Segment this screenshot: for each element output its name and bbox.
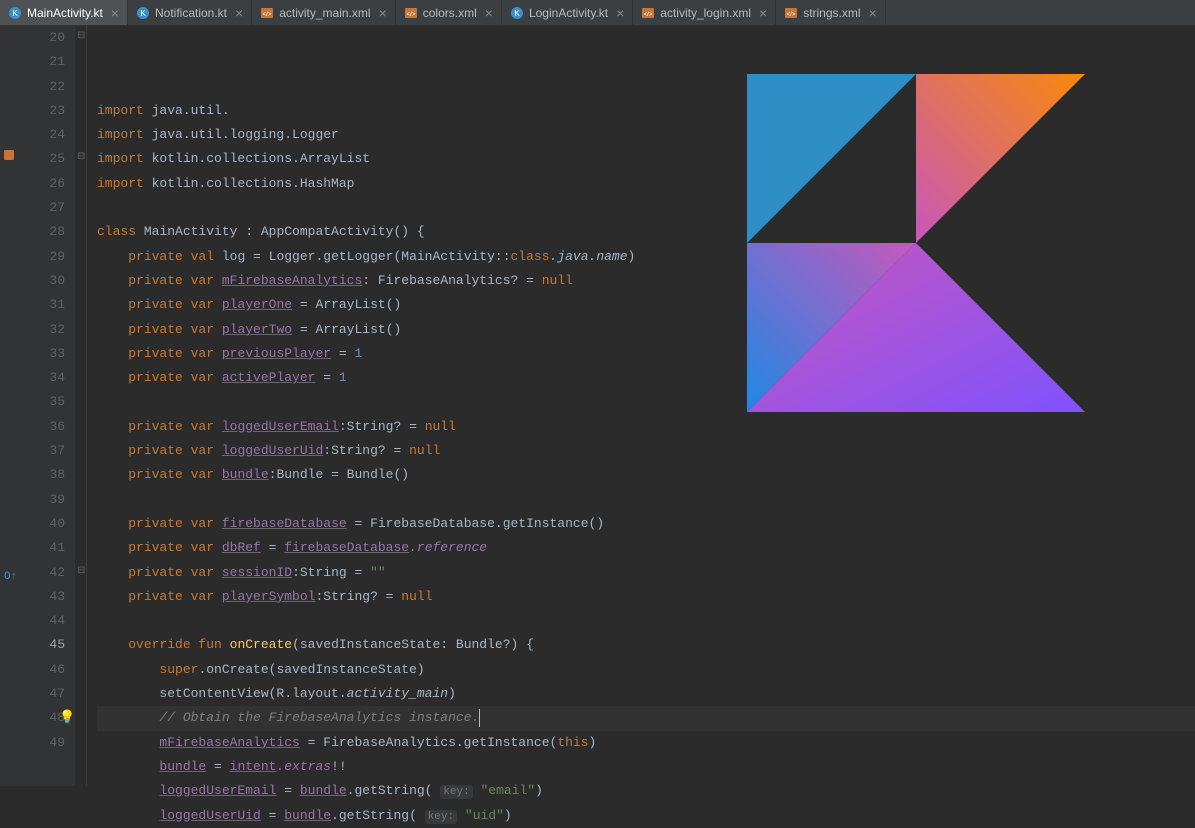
tab-activity-login-xml[interactable]: </> activity_login.xml ×: [633, 0, 776, 25]
editor: O↑ 2021222324252627282930313233343536373…: [0, 26, 1195, 786]
fold-column: ⊟ ⊟ ⊟: [75, 26, 87, 786]
code-line[interactable]: super.onCreate(savedInstanceState): [97, 658, 1195, 682]
tab-colors-xml[interactable]: </> colors.xml ×: [396, 0, 502, 25]
kotlin-file-icon: K: [510, 6, 524, 20]
code-line[interactable]: loggedUserEmail = bundle.getString( key:…: [97, 779, 1195, 803]
close-icon[interactable]: ×: [616, 5, 624, 21]
kotlin-file-icon: K: [8, 6, 22, 20]
code-line[interactable]: private var loggedUserUid:String? = null: [97, 439, 1195, 463]
editor-tabs: K MainActivity.kt × K Notification.kt × …: [0, 0, 1195, 26]
kotlin-logo: [747, 74, 1085, 412]
close-icon[interactable]: ×: [111, 5, 119, 21]
xml-file-icon: </>: [404, 6, 418, 20]
gutter-icons: O↑: [0, 26, 20, 786]
tab-label: LoginActivity.kt: [529, 6, 608, 20]
code-line[interactable]: bundle = intent.extras!!: [97, 755, 1195, 779]
close-icon[interactable]: ×: [759, 5, 767, 21]
code-line[interactable]: 💡 // Obtain the FirebaseAnalytics instan…: [97, 706, 1195, 730]
code-line[interactable]: private var loggedUserEmail:String? = nu…: [97, 415, 1195, 439]
tab-label: Notification.kt: [155, 6, 227, 20]
svg-text:</>: </>: [644, 12, 653, 18]
code-line[interactable]: override fun onCreate(savedInstanceState…: [97, 633, 1195, 657]
code-line[interactable]: private var dbRef = firebaseDatabase.ref…: [97, 536, 1195, 560]
code-line[interactable]: loggedUserUid = bundle.getString( key: "…: [97, 804, 1195, 828]
code-line[interactable]: [97, 609, 1195, 633]
svg-text:K: K: [140, 9, 146, 18]
xml-file-icon: </>: [260, 6, 274, 20]
tab-label: MainActivity.kt: [27, 6, 103, 20]
tab-label: activity_main.xml: [279, 6, 370, 20]
code-line[interactable]: private var sessionID:String = "": [97, 561, 1195, 585]
close-icon[interactable]: ×: [485, 5, 493, 21]
close-icon[interactable]: ×: [235, 5, 243, 21]
fold-toggle-icon[interactable]: ⊟: [77, 30, 85, 42]
fold-toggle-icon[interactable]: ⊟: [77, 565, 85, 577]
fold-toggle-icon[interactable]: ⊟: [77, 151, 85, 163]
svg-text:</>: </>: [263, 12, 272, 18]
close-icon[interactable]: ×: [379, 5, 387, 21]
tab-login-activity[interactable]: K LoginActivity.kt ×: [502, 0, 633, 25]
override-gutter-icon[interactable]: O↑: [4, 565, 17, 589]
line-numbers: 2021222324252627282930313233343536373839…: [20, 26, 75, 786]
code-area[interactable]: import java.util.import java.util.loggin…: [87, 26, 1195, 786]
code-line[interactable]: private var firebaseDatabase = FirebaseD…: [97, 512, 1195, 536]
code-line[interactable]: setContentView(R.layout.activity_main): [97, 682, 1195, 706]
code-line[interactable]: private var bundle:Bundle = Bundle(): [97, 463, 1195, 487]
svg-text:</>: </>: [406, 12, 415, 18]
xml-file-icon: </>: [641, 6, 655, 20]
tab-strings-xml[interactable]: </> strings.xml ×: [776, 0, 886, 25]
kotlin-file-icon: K: [136, 6, 150, 20]
tab-activity-main-xml[interactable]: </> activity_main.xml ×: [252, 0, 396, 25]
close-icon[interactable]: ×: [869, 5, 877, 21]
code-line[interactable]: private var playerSymbol:String? = null: [97, 585, 1195, 609]
tab-main-activity[interactable]: K MainActivity.kt ×: [0, 0, 128, 25]
tab-label: activity_login.xml: [660, 6, 751, 20]
svg-text:</>: </>: [787, 12, 796, 18]
code-line[interactable]: [97, 488, 1195, 512]
code-line[interactable]: mFirebaseAnalytics = FirebaseAnalytics.g…: [97, 731, 1195, 755]
svg-text:K: K: [12, 9, 18, 18]
tab-label: colors.xml: [423, 6, 477, 20]
intention-bulb-icon[interactable]: 💡: [59, 706, 75, 730]
class-gutter-icon[interactable]: [2, 147, 16, 171]
tab-label: strings.xml: [803, 6, 860, 20]
xml-file-icon: </>: [784, 6, 798, 20]
svg-text:K: K: [514, 9, 520, 18]
tab-notification[interactable]: K Notification.kt ×: [128, 0, 252, 25]
